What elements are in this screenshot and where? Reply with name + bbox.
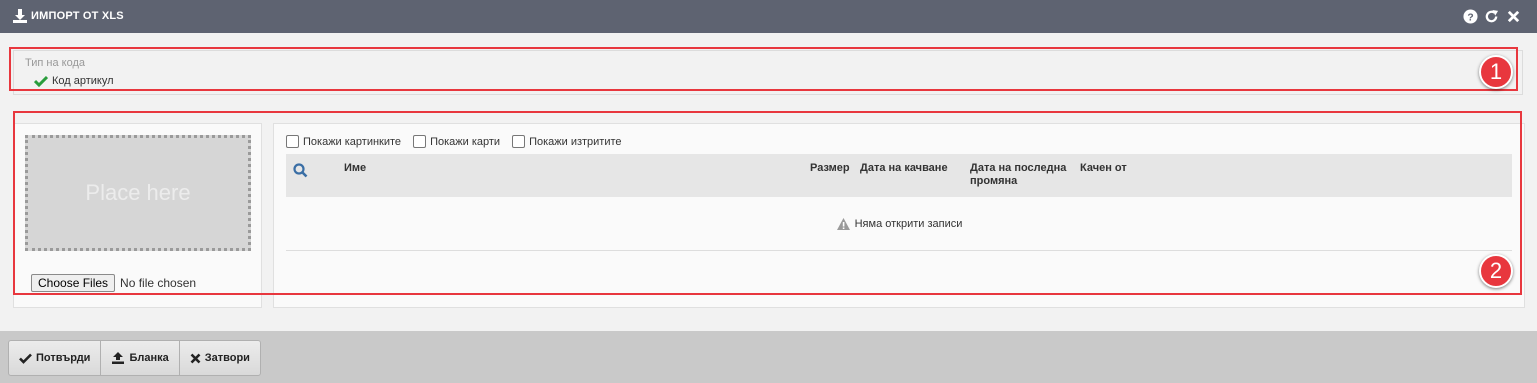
files-panel: Покажи картинките Покажи карти Покажи из… — [273, 123, 1525, 308]
column-uploaded-on[interactable]: Дата на качване — [860, 162, 948, 175]
refresh-icon[interactable] — [1484, 9, 1499, 24]
close-label: Затвори — [204, 352, 250, 364]
close-x-icon — [190, 353, 201, 363]
search-icon[interactable] — [293, 163, 308, 178]
checkmark-icon — [34, 75, 48, 87]
code-type-label: Тип на кода — [25, 57, 85, 69]
checkbox-box[interactable] — [286, 135, 299, 148]
close-button[interactable]: Затвори — [180, 341, 260, 375]
checkbox-label: Покажи картинките — [303, 135, 402, 148]
column-uploaded-by[interactable]: Качен от — [1080, 162, 1127, 175]
column-size[interactable]: Размер — [810, 162, 850, 175]
filter-checkboxes: Покажи картинките Покажи карти Покажи из… — [286, 135, 622, 148]
code-type-option-label: Код артикул — [52, 75, 114, 87]
code-type-section: Тип на кода Код артикул — [13, 50, 1523, 95]
choose-files-button[interactable]: Choose Files — [31, 274, 116, 292]
template-label: Бланка — [129, 352, 169, 364]
empty-message: Няма открити записи — [854, 217, 963, 230]
show-deleted-checkbox[interactable]: Покажи изтритите — [512, 135, 622, 148]
checkbox-box[interactable] — [413, 135, 427, 148]
check-icon — [19, 353, 32, 364]
upload-panel: Place here Choose Files No file chosen — [13, 123, 262, 308]
confirm-label: Потвърди — [36, 352, 91, 364]
show-cards-checkbox[interactable]: Покажи карти — [413, 135, 500, 148]
warning-icon — [836, 217, 850, 230]
checkbox-label: Покажи изтритите — [529, 135, 622, 148]
column-name[interactable]: Име — [344, 162, 366, 175]
window-titlebar: ИМПОРТ ОТ XLS ? — [0, 0, 1537, 33]
dialog-footer: Потвърди Бланка Затвори — [0, 331, 1537, 383]
template-button[interactable]: Бланка — [101, 341, 180, 375]
checkbox-label: Покажи карти — [430, 135, 501, 148]
help-icon[interactable]: ? — [1463, 9, 1478, 24]
footer-button-group: Потвърди Бланка Затвори — [8, 340, 261, 376]
close-icon[interactable] — [1506, 9, 1521, 24]
download-icon — [13, 9, 27, 23]
checkbox-box[interactable] — [512, 135, 526, 148]
svg-text:?: ? — [1467, 12, 1473, 23]
table-header: Име Размер Дата на качване Дата на после… — [286, 154, 1512, 197]
dropzone-text: Place here — [85, 180, 191, 205]
dropzone[interactable]: Place here — [25, 135, 251, 251]
confirm-button[interactable]: Потвърди — [9, 341, 102, 375]
annotation-badge-1: 1 — [1479, 55, 1513, 89]
window-title: ИМПОРТ ОТ XLS — [31, 10, 124, 22]
upload-icon — [112, 352, 125, 364]
code-type-option[interactable]: Код артикул — [34, 75, 114, 87]
show-images-checkbox[interactable]: Покажи картинките — [286, 135, 401, 148]
file-status: No file chosen — [120, 276, 197, 290]
file-input: Choose Files No file chosen — [31, 274, 196, 292]
empty-state: Няма открити записи — [286, 197, 1512, 251]
column-modified-on[interactable]: Дата на последна промяна — [970, 162, 1075, 188]
annotation-badge-2: 2 — [1479, 254, 1513, 288]
